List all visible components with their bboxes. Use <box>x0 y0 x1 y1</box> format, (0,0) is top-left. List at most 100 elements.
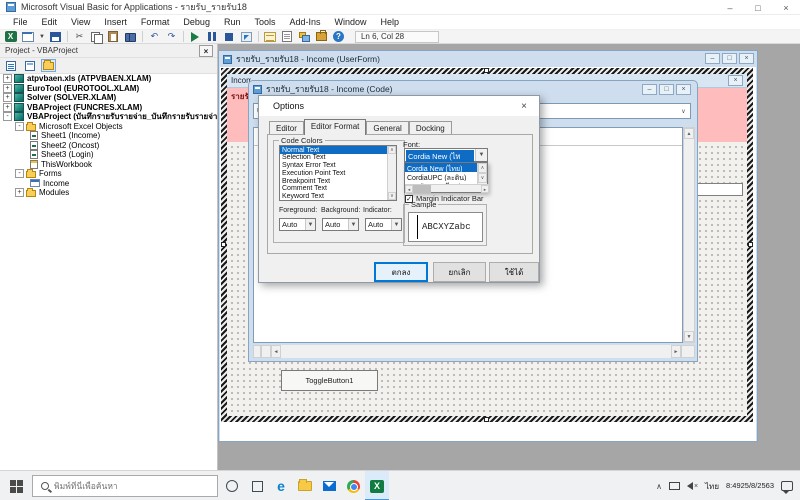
undo-icon[interactable]: ↶ <box>148 31 161 43</box>
foreground-dropdown[interactable]: Auto ▼ <box>279 218 316 231</box>
menu-insert[interactable]: Insert <box>97 16 134 28</box>
edge-button[interactable]: e <box>269 471 293 500</box>
tree-item[interactable]: +EuroTool (EUROTOOL.XLAM) <box>0 84 217 94</box>
file-explorer-button[interactable] <box>293 471 317 500</box>
excel-button[interactable]: X <box>365 471 389 500</box>
tree-item[interactable]: Sheet1 (Income) <box>0 131 217 141</box>
insert-userform-icon[interactable] <box>21 31 34 43</box>
close-icon[interactable]: × <box>676 84 691 95</box>
maximize-icon[interactable]: □ <box>744 0 772 15</box>
language-indicator[interactable]: ไทย <box>705 480 719 493</box>
font-list-scrollbar[interactable]: ∧ ∨ <box>477 163 487 185</box>
font-dropdown[interactable]: Cordia New (ไท ▼ <box>404 148 488 162</box>
collapse-icon[interactable]: - <box>15 169 24 178</box>
properties-window-icon[interactable] <box>281 31 294 43</box>
redo-icon[interactable]: ↷ <box>165 31 178 43</box>
tree-item[interactable]: Sheet3 (Login) <box>0 150 217 160</box>
help-icon[interactable]: ? <box>332 31 345 43</box>
list-item[interactable]: Selection Text <box>280 154 387 162</box>
resize-handle[interactable] <box>484 417 489 422</box>
split-handle-icon[interactable] <box>261 345 271 358</box>
font-option[interactable]: CordiaUPC (ละติน) <box>405 172 478 181</box>
minimize-icon[interactable]: – <box>642 84 657 95</box>
menu-window[interactable]: Window <box>328 16 374 28</box>
start-button[interactable] <box>0 471 32 500</box>
list-item[interactable]: Keyword Text <box>280 193 387 200</box>
chevron-down-icon[interactable]: ∨ <box>677 104 690 118</box>
apply-button[interactable]: ใช้ได้ <box>489 262 539 282</box>
code-colors-listbox[interactable]: Normal Text Selection Text Syntax Error … <box>279 145 397 201</box>
menu-format[interactable]: Format <box>134 16 177 28</box>
volume-muted-icon[interactable]: × <box>687 482 698 490</box>
run-icon[interactable] <box>189 31 202 43</box>
task-view-button[interactable] <box>245 471 269 500</box>
copy-icon[interactable] <box>90 31 103 43</box>
tree-item[interactable]: Sheet2 (Oncost) <box>0 141 217 151</box>
tab-general[interactable]: General <box>366 121 408 135</box>
action-center-button[interactable] <box>781 481 793 491</box>
tree-item[interactable]: +VBAProject (FUNCRES.XLAM) <box>0 103 217 113</box>
object-browser-icon[interactable] <box>298 31 311 43</box>
view-excel-icon[interactable]: X <box>4 31 17 43</box>
minimize-icon[interactable]: – <box>716 0 744 15</box>
tree-item[interactable]: -Forms <box>0 169 217 179</box>
expand-icon[interactable]: + <box>3 93 12 102</box>
toggle-folders-icon[interactable] <box>41 59 56 72</box>
indicator-dropdown[interactable]: Auto ▼ <box>365 218 402 231</box>
resize-handle[interactable] <box>221 242 226 247</box>
font-list-hscrollbar[interactable]: ◄ ► <box>405 184 489 192</box>
form-textbox[interactable] <box>697 183 743 196</box>
toolbox-icon[interactable] <box>315 31 328 43</box>
close-icon[interactable]: × <box>509 96 539 116</box>
tab-editor-format[interactable]: Editor Format <box>304 119 366 135</box>
menu-tools[interactable]: Tools <box>247 16 282 28</box>
scroll-right-icon[interactable]: ► <box>481 185 489 193</box>
scroll-left-icon[interactable]: ◄ <box>271 345 281 358</box>
project-explorer-close-icon[interactable]: × <box>199 45 213 57</box>
toggle-button[interactable]: ToggleButton1 <box>281 370 378 391</box>
minimize-icon[interactable]: – <box>705 53 720 64</box>
hidden-icons-button[interactable]: ∧ <box>656 482 662 491</box>
scroll-down-icon[interactable]: ∨ <box>478 173 487 183</box>
insert-dropdown-icon[interactable]: ▼ <box>39 34 45 40</box>
cut-icon[interactable]: ✂ <box>73 31 86 43</box>
chevron-down-icon[interactable]: ▼ <box>348 219 358 230</box>
expand-icon[interactable]: + <box>3 84 12 93</box>
maximize-icon[interactable]: □ <box>659 84 674 95</box>
list-item[interactable]: Breakpoint Text <box>280 177 387 185</box>
resize-grip[interactable] <box>681 345 695 358</box>
chevron-down-icon[interactable]: ▼ <box>305 219 315 230</box>
expand-icon[interactable]: + <box>3 103 12 112</box>
cortana-button[interactable] <box>220 471 244 500</box>
ok-button[interactable]: ตกลง <box>374 262 428 282</box>
cancel-button[interactable]: ยกเลิก <box>433 262 486 282</box>
reset-icon[interactable] <box>223 31 236 43</box>
close-icon[interactable]: × <box>772 0 800 15</box>
split-handle-icon[interactable] <box>253 345 261 358</box>
menu-view[interactable]: View <box>64 16 97 28</box>
menu-debug[interactable]: Debug <box>176 16 217 28</box>
vba-titlebar[interactable]: Microsoft Visual Basic for Applications … <box>0 0 800 15</box>
expand-icon[interactable]: + <box>3 74 12 83</box>
maximize-icon[interactable]: □ <box>722 53 737 64</box>
menu-run[interactable]: Run <box>217 16 248 28</box>
resize-handle[interactable] <box>484 68 489 73</box>
tree-item[interactable]: ThisWorkbook <box>0 160 217 170</box>
background-dropdown[interactable]: Auto ▼ <box>322 218 359 231</box>
search-input[interactable] <box>54 481 194 491</box>
network-icon[interactable] <box>669 482 680 490</box>
scrollbar-thumb[interactable] <box>413 185 431 193</box>
project-explorer-header[interactable]: Project - VBAProject × <box>0 44 217 58</box>
paste-icon[interactable] <box>107 31 120 43</box>
resize-handle[interactable] <box>748 242 753 247</box>
mail-button[interactable] <box>317 471 341 500</box>
scroll-right-icon[interactable]: ► <box>671 345 681 358</box>
scroll-up-icon[interactable]: ∧ <box>388 146 396 154</box>
menu-edit[interactable]: Edit <box>35 16 65 28</box>
design-mode-icon[interactable] <box>240 31 253 43</box>
margin-indicator-checkbox[interactable]: ✓ <box>405 195 413 203</box>
find-icon[interactable] <box>124 31 137 43</box>
menu-file[interactable]: File <box>6 16 35 28</box>
expand-icon[interactable]: + <box>15 188 24 197</box>
taskbar-search[interactable] <box>32 475 218 497</box>
